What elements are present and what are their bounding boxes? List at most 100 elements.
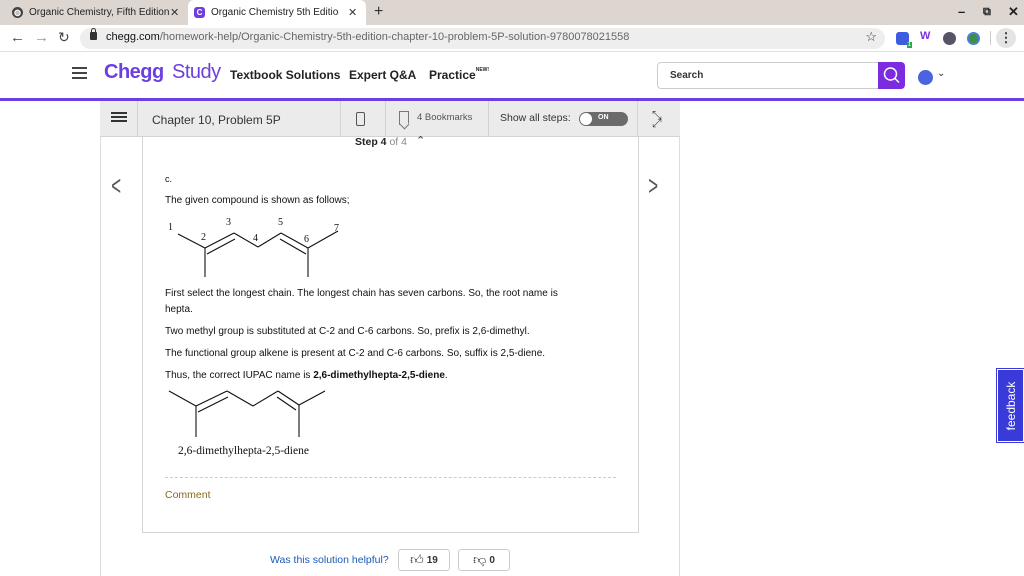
explanation-paragraph: The functional group alkene is present a… xyxy=(165,348,546,359)
carbon-label: 4 xyxy=(253,233,258,244)
close-tab-icon[interactable]: ✕ xyxy=(170,6,179,19)
site-header: Chegg Study Textbook Solutions Expert Q&… xyxy=(0,53,1024,98)
expand-icon[interactable]: ⤡ ⤢ xyxy=(652,109,662,129)
toggle-knob xyxy=(580,113,592,125)
extension-icon-round[interactable] xyxy=(943,32,956,45)
bond-c2-c3-double xyxy=(206,238,236,255)
divider xyxy=(165,477,616,478)
step-indicator: Step 4 of 4 xyxy=(355,136,407,148)
toolbar-divider xyxy=(990,31,991,45)
carbon-label: 5 xyxy=(278,217,283,228)
chegg-logo[interactable]: Chegg xyxy=(104,61,164,84)
carbon-label: 2 xyxy=(201,232,206,243)
back-arrow-icon[interactable]: ← xyxy=(10,29,25,46)
browser-tab-organic-chemistry[interactable]: ◍ Organic Chemistry, Fifth Edition ✕ xyxy=(12,0,187,25)
part-label: c. xyxy=(165,174,173,184)
browser-toolbar: ← → ↻ chegg.com/homework-help/Organic-Ch… xyxy=(0,25,1024,52)
mobile-view-icon[interactable] xyxy=(356,112,365,126)
reload-icon[interactable]: ↻ xyxy=(58,29,70,46)
show-all-steps-label: Show all steps: xyxy=(500,112,571,124)
comment-link[interactable]: Comment xyxy=(165,489,211,501)
lock-icon xyxy=(90,28,97,40)
bond xyxy=(168,390,197,407)
browser-tab-chegg[interactable]: C Organic Chemistry 5th Edition Te ✕ xyxy=(188,0,366,25)
conclusion-text: Thus, the correct IUPAC name is 2,6-dime… xyxy=(165,370,448,381)
search-button[interactable] xyxy=(878,62,905,89)
browser-tab-strip: ◍ Organic Chemistry, Fifth Edition ✕ C O… xyxy=(0,0,1024,25)
avatar[interactable] xyxy=(918,70,933,85)
numbered-structure-diagram: 1 2 3 4 5 6 7 xyxy=(168,217,339,277)
browser-menu-icon[interactable]: ⋮ xyxy=(996,28,1016,48)
chevron-down-icon[interactable]: ⌄ xyxy=(937,68,945,79)
nav-textbook-solutions[interactable]: Textbook Solutions xyxy=(230,68,340,82)
address-bar[interactable]: chegg.com/homework-help/Organic-Chemistr… xyxy=(80,28,885,49)
hamburger-menu-icon[interactable] xyxy=(72,67,87,80)
helpful-question: Was this solution helpful? xyxy=(270,554,389,566)
new-badge: NEW! xyxy=(475,67,490,73)
feedback-label: feedback xyxy=(1003,381,1018,430)
bond-c2-c3 xyxy=(204,232,235,249)
bookmarks-count[interactable]: 4 Bookmarks xyxy=(417,112,472,123)
chegg-c-icon: C xyxy=(194,7,205,18)
close-tab-icon[interactable]: ✕ xyxy=(348,6,357,19)
w-extension-icon[interactable]: W xyxy=(920,30,933,43)
bond-c5-c6-double xyxy=(279,238,307,255)
extension-icon[interactable]: 1 xyxy=(896,32,912,48)
solution-toolbar: Chapter 10, Problem 5P 4 Bookmarks Show … xyxy=(100,101,680,137)
chevron-up-icon[interactable]: ⌃ xyxy=(416,134,425,147)
tab-title: Organic Chemistry 5th Edition Te xyxy=(211,7,339,18)
structure-caption: 2,6-dimethylhepta-2,5-diene xyxy=(178,445,309,457)
url-text[interactable]: chegg.com/homework-help/Organic-Chemistr… xyxy=(106,31,629,43)
tab-title: Organic Chemistry, Fifth Edition xyxy=(29,7,170,18)
study-logo[interactable]: Study xyxy=(172,61,221,84)
url-path: /homework-help/Organic-Chemistry-5th-edi… xyxy=(159,31,630,43)
likes-count: 19 xyxy=(426,554,438,566)
nav-expert-qa[interactable]: Expert Q&A xyxy=(349,68,416,82)
search-icon xyxy=(883,67,900,84)
bond xyxy=(226,390,254,407)
show-all-steps-toggle[interactable]: ON xyxy=(579,112,628,126)
chapter-title: Chapter 10, Problem 5P xyxy=(152,113,281,127)
conclusion-suffix: . xyxy=(444,370,448,381)
extension-icon-green[interactable] xyxy=(967,32,980,45)
final-structure-diagram xyxy=(168,390,326,437)
window-close-icon[interactable]: ✕ xyxy=(1008,4,1019,20)
iupac-name: 2,6-dimethylhepta-2,5-diene xyxy=(313,370,445,381)
search-input[interactable]: Search xyxy=(657,62,879,89)
nav-practice-label: Practice xyxy=(429,68,476,82)
step-label: Step 4 xyxy=(355,136,387,148)
explanation-paragraph: hepta. xyxy=(165,304,193,315)
previous-step-arrow-icon[interactable]: < xyxy=(111,170,121,202)
thumbs-down-icon: 👎︎ xyxy=(473,552,487,567)
nav-practice[interactable]: PracticeNEW! xyxy=(429,67,490,82)
carbon-label: 3 xyxy=(226,217,231,228)
table-of-contents-icon[interactable] xyxy=(111,112,127,125)
bond-double xyxy=(197,396,229,413)
forward-arrow-icon[interactable]: → xyxy=(34,29,49,46)
carbon-label: 6 xyxy=(304,234,309,245)
explanation-paragraph: Two methyl group is substituted at C-2 a… xyxy=(165,326,530,337)
bond-c4-c5 xyxy=(257,232,282,248)
bond xyxy=(277,390,300,406)
restore-icon[interactable]: ⧉ xyxy=(983,6,991,19)
bond xyxy=(298,390,326,406)
carbon-label: 7 xyxy=(334,223,339,234)
bond xyxy=(195,390,228,407)
bookmark-icon[interactable] xyxy=(399,111,409,125)
toggle-label: ON xyxy=(598,114,609,121)
thumbs-down-button[interactable]: 👎︎ 0 xyxy=(458,549,510,571)
conclusion-prefix: Thus, the correct IUPAC name is xyxy=(165,370,314,381)
extension-badge: 1 xyxy=(906,42,912,48)
feedback-tab[interactable]: feedback xyxy=(996,368,1024,443)
new-tab-button[interactable]: + xyxy=(374,3,383,21)
step-total: of 4 xyxy=(389,136,407,148)
bond xyxy=(252,390,279,407)
thumbs-up-button[interactable]: 👍︎ 19 xyxy=(398,549,450,571)
minimize-icon[interactable]: – xyxy=(958,4,965,19)
next-step-arrow-icon[interactable]: > xyxy=(648,170,658,202)
carbon-label: 1 xyxy=(168,222,173,233)
url-domain: chegg.com xyxy=(106,31,160,43)
intro-text: The given compound is shown as follows; xyxy=(165,195,350,206)
search-placeholder: Search xyxy=(670,70,704,81)
bookmark-star-icon[interactable]: ☆ xyxy=(865,29,877,45)
